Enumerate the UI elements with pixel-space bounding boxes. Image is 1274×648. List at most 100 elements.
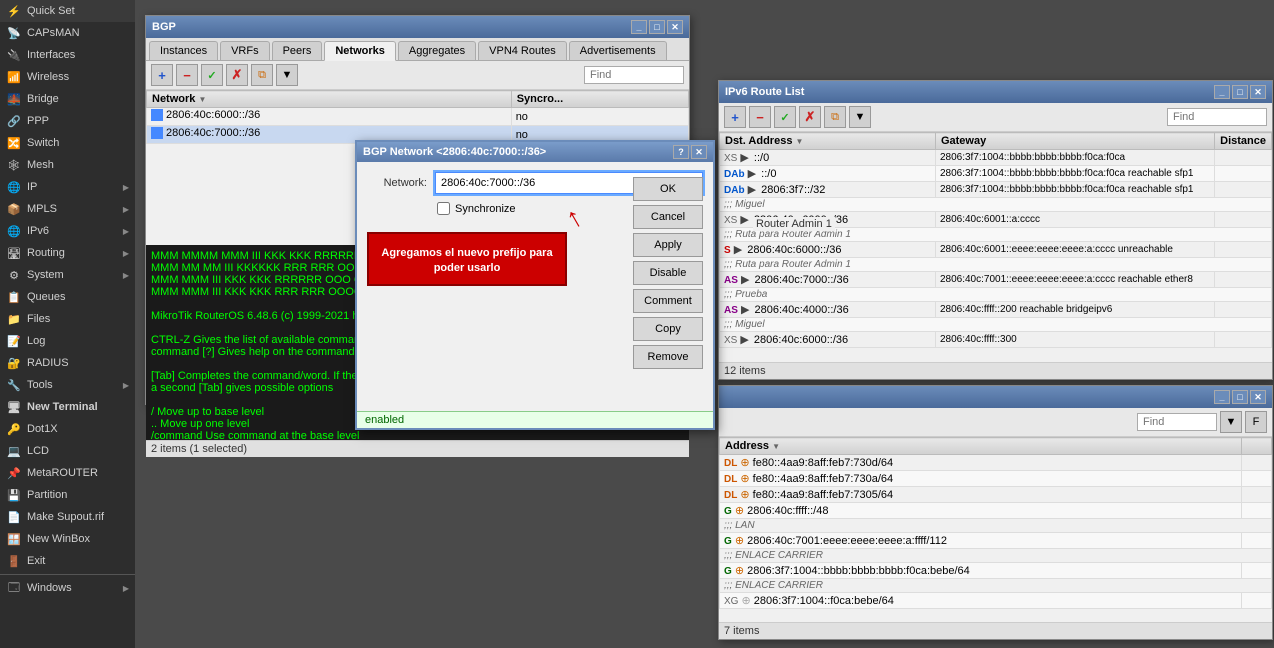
sidebar-item-tools[interactable]: 🔧 Tools: [0, 374, 135, 396]
sidebar-item-interfaces[interactable]: 🔌 Interfaces: [0, 44, 135, 66]
tab-vpn4routes[interactable]: VPN4 Routes: [478, 41, 567, 60]
addr-row-1[interactable]: DL ⊕ fe80::4aa9:8aff:feb7:730a/64: [720, 471, 1272, 487]
dialog-cancel-btn[interactable]: Cancel: [633, 205, 703, 229]
addr-search-input[interactable]: [1137, 413, 1217, 431]
col-flag[interactable]: [1242, 438, 1272, 455]
col-network[interactable]: Network ▼: [147, 91, 512, 108]
bgp-filter-btn[interactable]: ▼: [276, 64, 298, 86]
sidebar-item-wireless[interactable]: 📶 Wireless: [0, 66, 135, 88]
sidebar-item-mesh[interactable]: 🕸 Mesh: [0, 154, 135, 176]
ipv6-dist-6: [1215, 302, 1272, 318]
tab-aggregates[interactable]: Aggregates: [398, 41, 476, 60]
addr-maximize-btn[interactable]: □: [1232, 390, 1248, 404]
addr-flag-btn[interactable]: F: [1245, 411, 1267, 433]
sidebar-item-ipv6[interactable]: 🌐 IPv6: [0, 220, 135, 242]
tab-advertisements[interactable]: Advertisements: [569, 41, 667, 60]
ipv6-cross-btn[interactable]: ✗: [799, 106, 821, 128]
col-dst[interactable]: Dst. Address ▼: [720, 133, 936, 150]
sidebar-item-new-terminal[interactable]: 🖥 New Terminal: [0, 396, 135, 418]
sidebar-item-new-winbox[interactable]: 🪟 New WinBox: [0, 528, 135, 550]
bgp-remove-btn[interactable]: −: [176, 64, 198, 86]
bgp-copy-btn[interactable]: ⧉: [251, 64, 273, 86]
ipv6-maximize-btn[interactable]: □: [1232, 85, 1248, 99]
ipv6-row-6[interactable]: AS ▶ 2806:40c:4000::/36 2806:40c:ffff::2…: [720, 302, 1272, 318]
sidebar-item-system[interactable]: ⚙ System: [0, 264, 135, 286]
addr-minimize-btn[interactable]: _: [1214, 390, 1230, 404]
sync-checkbox[interactable]: [437, 202, 450, 215]
dialog-disable-btn[interactable]: Disable: [633, 261, 703, 285]
ipv6-add-btn[interactable]: +: [724, 106, 746, 128]
ipv6-copy-btn[interactable]: ⧉: [824, 106, 846, 128]
ipv6-gw-2: 2806:3f7:1004::bbbb:bbbb:bbbb:f0ca:f0ca …: [935, 182, 1214, 198]
sidebar-item-bridge[interactable]: 🌉 Bridge: [0, 88, 135, 110]
ipv6-row-0[interactable]: XS ▶ ::/0 2806:3f7:1004::bbbb:bbbb:bbbb:…: [720, 150, 1272, 166]
addr-row-6[interactable]: XG ⊕ 2806:3f7:1004::f0ca:bebe/64: [720, 593, 1272, 609]
bgp-row-1[interactable]: 2806:40c:6000::/36 no: [147, 108, 689, 126]
bgp-search-input[interactable]: [584, 66, 684, 84]
ipv6-row-1[interactable]: DAb ▶ ::/0 2806:3f7:1004::bbbb:bbbb:bbbb…: [720, 166, 1272, 182]
ipv6-row-5[interactable]: AS ▶ 2806:40c:7000::/36 2806:40c:7001::e…: [720, 272, 1272, 288]
addr-close-btn[interactable]: ✕: [1250, 390, 1266, 404]
bgp-add-btn[interactable]: +: [151, 64, 173, 86]
tab-networks[interactable]: Networks: [324, 41, 396, 61]
sidebar-item-capsman[interactable]: 📡 CAPsMAN: [0, 22, 135, 44]
sidebar-item-ppp[interactable]: 🔗 PPP: [0, 110, 135, 132]
sidebar-item-switch[interactable]: 🔀 Switch: [0, 132, 135, 154]
ipv6-remove-btn[interactable]: −: [749, 106, 771, 128]
addr-4: G ⊕ 2806:40c:7001:eeee:eeee:eeee:a:ffff/…: [720, 533, 1242, 549]
sidebar-item-routing[interactable]: 🛣 Routing: [0, 242, 135, 264]
addr-filter-btn[interactable]: ▼: [1220, 411, 1242, 433]
ipv6-row-4[interactable]: S ▶ 2806:40c:6000::/36 2806:40c:6001::ee…: [720, 242, 1272, 258]
sidebar-item-dot1x[interactable]: 🔑 Dot1X: [0, 418, 135, 440]
ipv6-gw-5: 2806:40c:7001::eeee:eeee:eeee:a:cccc rea…: [935, 272, 1214, 288]
ipv6-check-btn[interactable]: ✓: [774, 106, 796, 128]
sidebar-item-lcd[interactable]: 💻 LCD: [0, 440, 135, 462]
addr-row-3[interactable]: G ⊕ 2806:40c:ffff::/48: [720, 503, 1272, 519]
sidebar-item-radius[interactable]: 🔐 RADIUS: [0, 352, 135, 374]
col-addr[interactable]: Address ▼: [720, 438, 1242, 455]
bgp-minimize-btn[interactable]: _: [631, 20, 647, 34]
sidebar-item-log[interactable]: 📝 Log: [0, 330, 135, 352]
dialog-apply-btn[interactable]: Apply: [633, 233, 703, 257]
ipv6-minimize-btn[interactable]: _: [1214, 85, 1230, 99]
col-syncro[interactable]: Syncro...: [511, 91, 688, 108]
dialog-ok-btn[interactable]: OK: [633, 177, 703, 201]
sidebar-item-quickset[interactable]: ⚡ Quick Set: [0, 0, 135, 22]
sidebar-item-files[interactable]: 📁 Files: [0, 308, 135, 330]
dialog-remove-btn[interactable]: Remove: [633, 345, 703, 369]
tab-instances[interactable]: Instances: [149, 41, 218, 60]
bgp-maximize-btn[interactable]: □: [649, 20, 665, 34]
sidebar-item-ip[interactable]: 🌐 IP: [0, 176, 135, 198]
ipv6-row-2[interactable]: DAb ▶ 2806:3f7::/32 2806:3f7:1004::bbbb:…: [720, 182, 1272, 198]
dialog-close-btn[interactable]: ✕: [691, 145, 707, 159]
ipv6-filter-btn[interactable]: ▼: [849, 106, 871, 128]
sidebar-item-windows[interactable]: 🗔 Windows: [0, 577, 135, 599]
exit-icon: 🚪: [6, 554, 22, 568]
dialog-copy-btn[interactable]: Copy: [633, 317, 703, 341]
sidebar-item-mpls[interactable]: 📦 MPLS: [0, 198, 135, 220]
bgp-close-btn[interactable]: ✕: [667, 20, 683, 34]
col-gateway[interactable]: Gateway: [935, 133, 1214, 150]
tab-peers[interactable]: Peers: [272, 41, 323, 60]
sidebar-item-queues[interactable]: 📋 Queues: [0, 286, 135, 308]
ipv6-search-input[interactable]: [1167, 108, 1267, 126]
ipv6-close-btn[interactable]: ✕: [1250, 85, 1266, 99]
ipv6-dst-1: DAb ▶ ::/0: [720, 166, 936, 182]
col-distance[interactable]: Distance: [1215, 133, 1272, 150]
ppp-icon: 🔗: [6, 114, 22, 128]
ipv6-dst-6: AS ▶ 2806:40c:4000::/36: [720, 302, 936, 318]
dialog-comment-btn[interactable]: Comment: [633, 289, 703, 313]
addr-row-2[interactable]: DL ⊕ fe80::4aa9:8aff:feb7:7305/64: [720, 487, 1272, 503]
addr-row-0[interactable]: DL ⊕ fe80::4aa9:8aff:feb7:730d/64: [720, 455, 1272, 471]
sidebar-item-metarouter[interactable]: 📌 MetaROUTER: [0, 462, 135, 484]
ipv6-row-7[interactable]: XS ▶ 2806:40c:6000::/36 2806:40c:ffff::3…: [720, 332, 1272, 348]
sidebar-item-exit[interactable]: 🚪 Exit: [0, 550, 135, 572]
addr-row-5[interactable]: G ⊕ 2806:3f7:1004::bbbb:bbbb:bbbb:f0ca:b…: [720, 563, 1272, 579]
tab-vrfs[interactable]: VRFs: [220, 41, 270, 60]
sidebar-item-make-supout[interactable]: 📄 Make Supout.rif: [0, 506, 135, 528]
bgp-check-btn[interactable]: ✓: [201, 64, 223, 86]
dialog-help-btn[interactable]: ?: [673, 145, 689, 159]
addr-row-4[interactable]: G ⊕ 2806:40c:7001:eeee:eeee:eeee:a:ffff/…: [720, 533, 1272, 549]
bgp-cross-btn[interactable]: ✗: [226, 64, 248, 86]
sidebar-item-partition[interactable]: 💾 Partition: [0, 484, 135, 506]
